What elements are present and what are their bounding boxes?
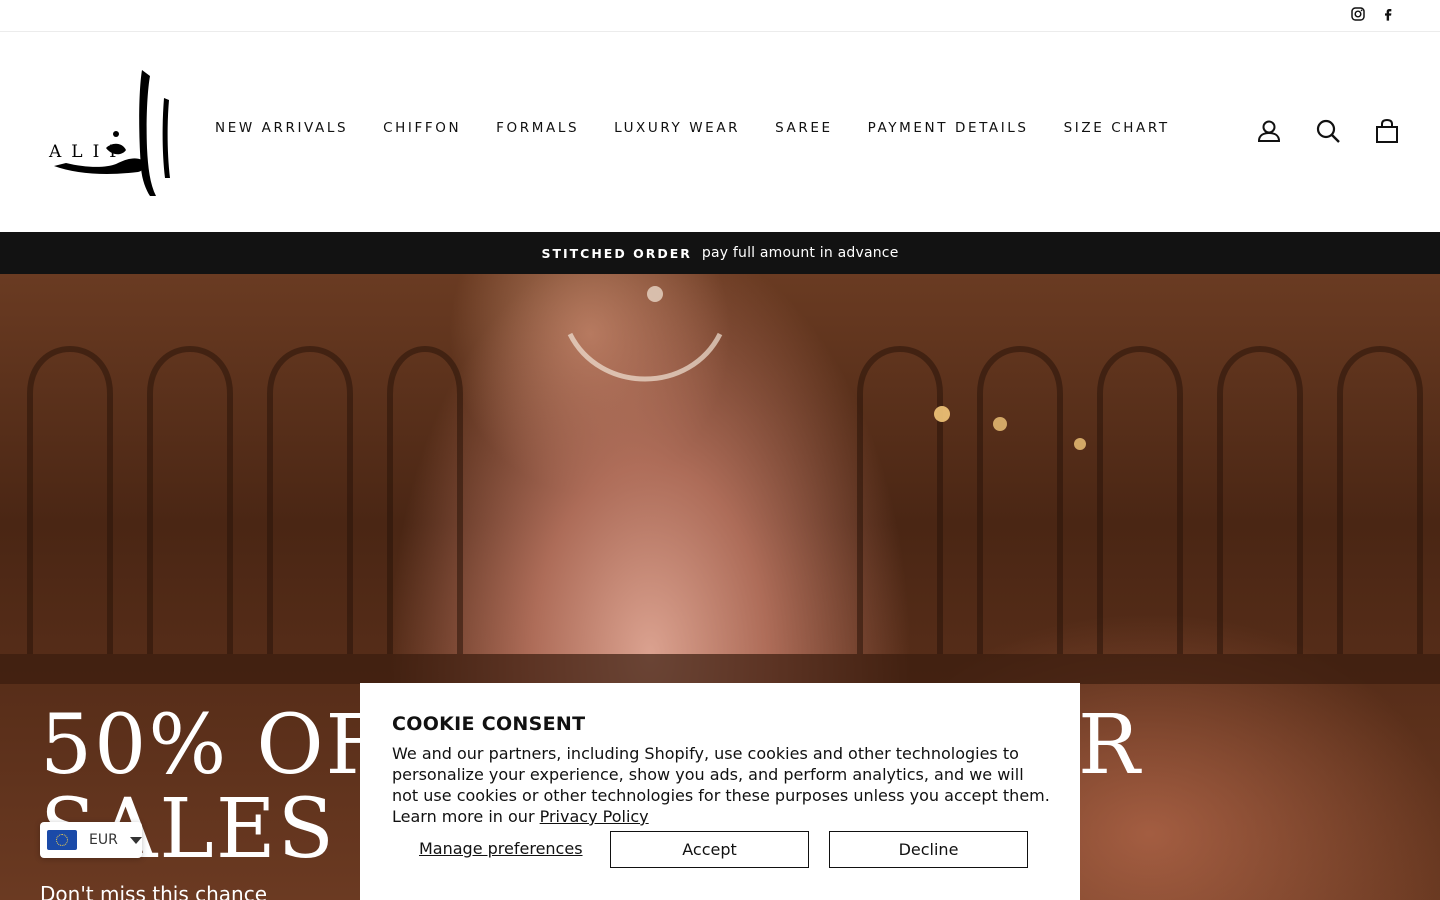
logo-calligraphy — [54, 70, 170, 196]
nav-formals[interactable]: FORMALS — [496, 120, 579, 136]
instagram-icon[interactable] — [1350, 6, 1366, 24]
nav-payment-details[interactable]: PAYMENT DETAILS — [868, 120, 1029, 136]
announcement-bar: STITCHED ORDER pay full amount in advanc… — [0, 232, 1440, 274]
user-icon[interactable] — [1256, 118, 1282, 144]
accept-button[interactable]: Accept — [610, 831, 809, 868]
privacy-policy-link[interactable]: Privacy Policy — [540, 807, 649, 826]
logo-wordmark: ALIF — [49, 142, 132, 162]
hero-title-right-fragment: R — [1078, 698, 1140, 793]
currency-code: EUR — [89, 832, 118, 848]
header-actions — [1256, 118, 1400, 144]
brand-logo[interactable]: ALIF — [46, 68, 172, 198]
nav-new-arrivals[interactable]: NEW ARRIVALS — [215, 120, 348, 136]
utility-bar — [0, 0, 1440, 32]
nav-size-chart[interactable]: SIZE CHART — [1064, 120, 1170, 136]
cookie-title: COOKIE CONSENT — [392, 713, 586, 735]
facebook-icon[interactable] — [1380, 6, 1396, 24]
eu-flag-icon — [47, 830, 77, 850]
announcement-text: pay full amount in advance — [701, 245, 899, 261]
nav-luxury-wear[interactable]: LUXURY WEAR — [614, 120, 740, 136]
decline-button[interactable]: Decline — [829, 831, 1028, 868]
social-links — [1350, 6, 1396, 24]
cookie-body: We and our partners, including Shopify, … — [392, 743, 1052, 827]
cookie-consent-dialog: COOKIE CONSENT We and our partners, incl… — [360, 683, 1080, 900]
main-nav: NEW ARRIVALS CHIFFON FORMALS LUXURY WEAR… — [215, 120, 1205, 136]
currency-selector[interactable]: EUR — [40, 822, 142, 858]
cookie-body-text: We and our partners, including Shopify, … — [392, 744, 1050, 826]
announcement-heading: STITCHED ORDER — [541, 245, 692, 261]
site-header: ALIF NEW ARRIVALS CHIFFON FORMALS LUXURY… — [0, 32, 1440, 232]
cookie-actions: Manage preferences Accept Decline — [392, 831, 1028, 868]
search-icon[interactable] — [1315, 118, 1341, 144]
cart-icon[interactable] — [1374, 118, 1400, 144]
hero-subtitle: Don't miss this chance — [40, 882, 268, 900]
chevron-down-icon — [129, 836, 142, 844]
nav-chiffon[interactable]: CHIFFON — [383, 120, 461, 136]
nav-saree[interactable]: SAREE — [775, 120, 833, 136]
manage-preferences-link[interactable]: Manage preferences — [419, 839, 583, 858]
